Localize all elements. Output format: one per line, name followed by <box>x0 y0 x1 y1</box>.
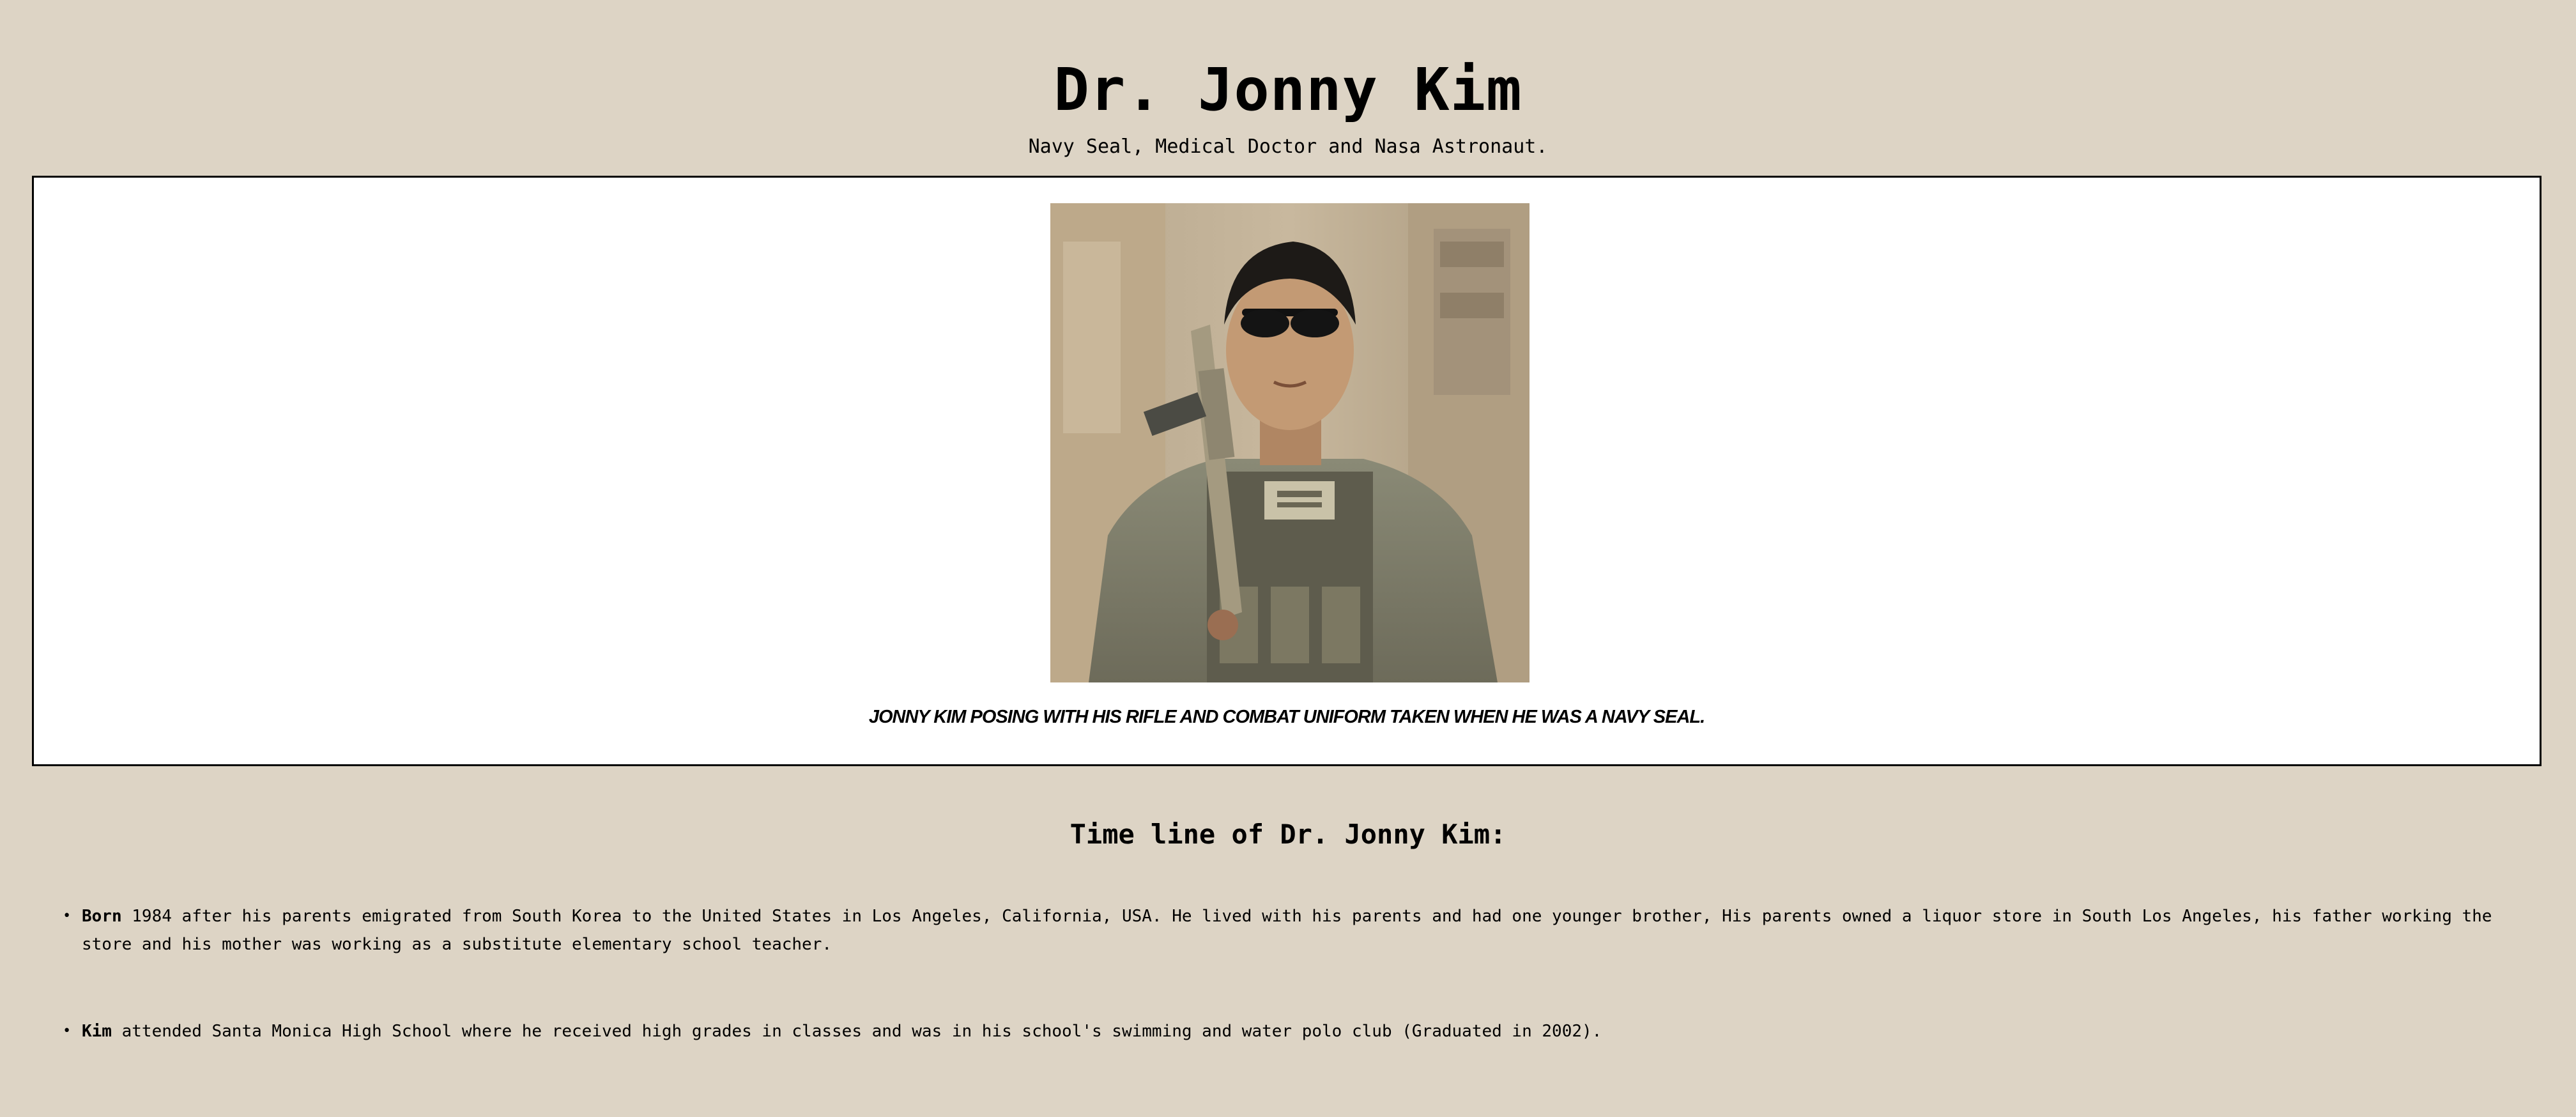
photo-figure: JONNY KIM POSING WITH HIS RIFLE AND COMB… <box>32 176 2542 766</box>
bullet-icon: • <box>63 908 72 924</box>
timeline-item-label: Born <box>82 907 122 926</box>
timeline-item-text: 1984 after his parents emigrated from So… <box>82 907 2492 954</box>
page: Dr. Jonny Kim Navy Seal, Medical Doctor … <box>0 0 2576 1117</box>
page-title: Dr. Jonny Kim <box>1054 56 1522 124</box>
timeline-list: • Born 1984 after his parents emigrated f… <box>63 902 2503 1104</box>
timeline-item-label: Kim <box>82 1022 112 1041</box>
list-item: • Born 1984 after his parents emigrated f… <box>63 902 2503 959</box>
navy-seal-photo <box>1050 203 1529 682</box>
timeline-item-text: attended Santa Monica High School where … <box>111 1022 1602 1041</box>
list-item: • Kim attended Santa Monica High School w… <box>63 1017 2503 1045</box>
page-subtitle: Navy Seal, Medical Doctor and Nasa Astro… <box>1028 135 1548 158</box>
timeline-heading: Time line of Dr. Jonny Kim: <box>1070 819 1506 850</box>
photo-caption: JONNY KIM POSING WITH HIS RIFLE AND COMB… <box>868 707 1705 727</box>
bullet-icon: • <box>63 1023 72 1039</box>
